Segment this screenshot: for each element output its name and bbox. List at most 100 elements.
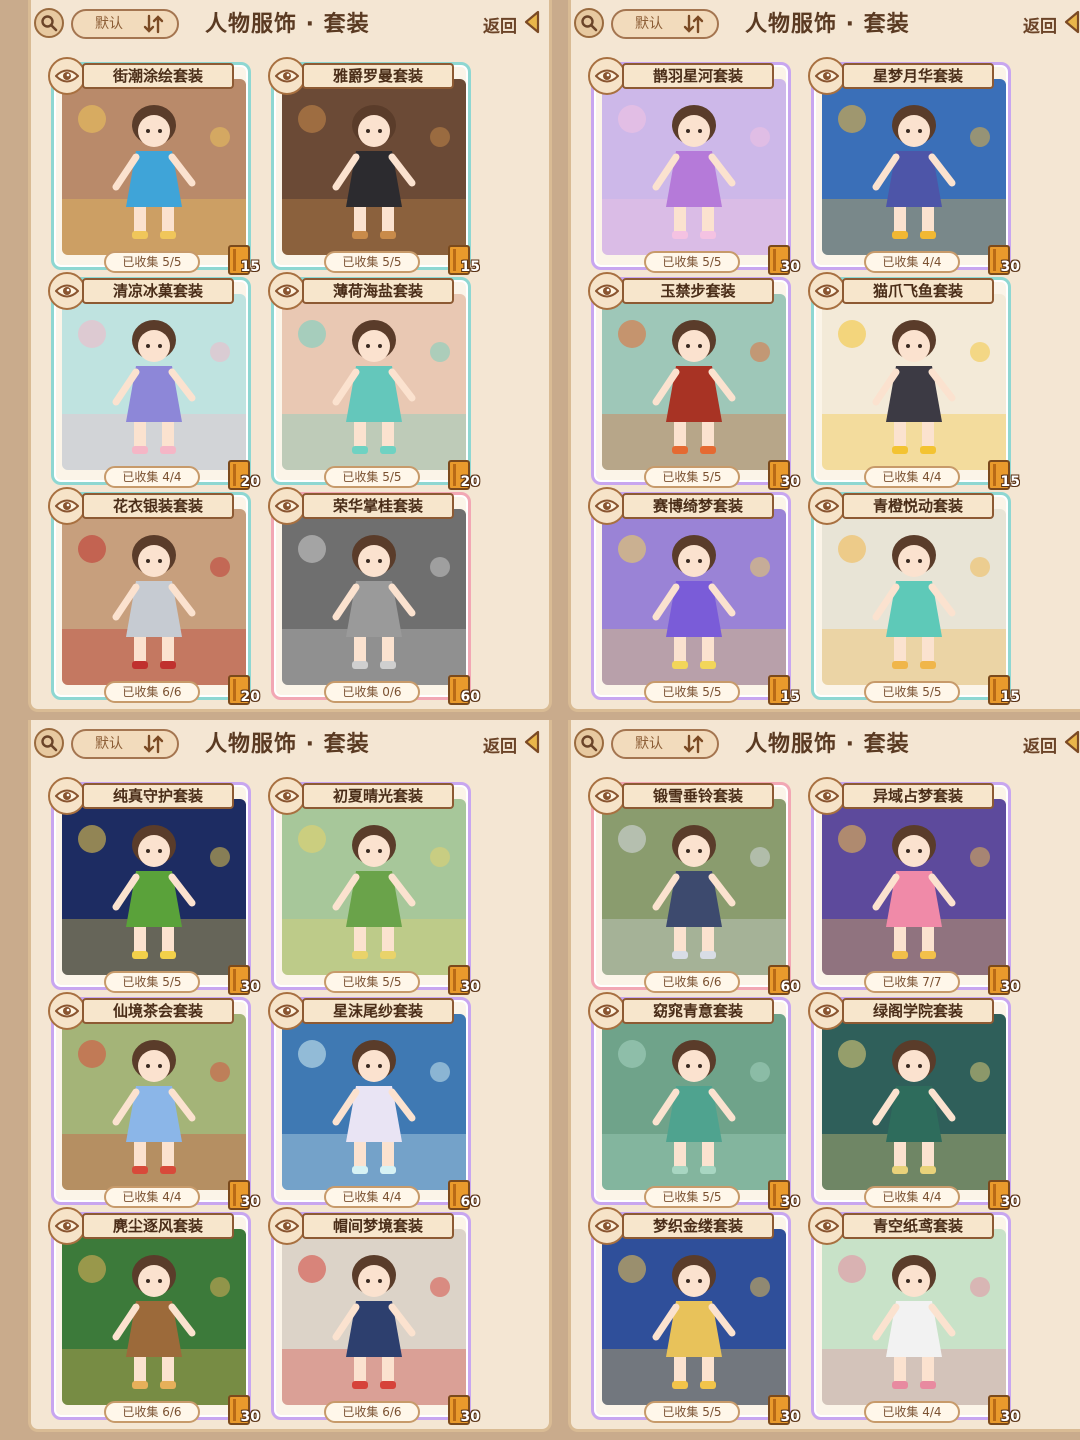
collected-count: 已收集 4/4 — [104, 466, 200, 488]
sort-dropdown[interactable]: 默认 — [611, 729, 719, 759]
eye-icon — [595, 789, 619, 803]
outfit-card[interactable]: 初夏晴光套装 已收集 5/5 30 — [268, 777, 480, 995]
outfit-card[interactable]: 异域占梦套装 已收集 7/7 30 — [808, 777, 1020, 995]
preview-eye-button[interactable] — [808, 272, 846, 310]
preview-eye-button[interactable] — [588, 1207, 626, 1245]
page-title: 人物服饰 · 套装 — [205, 732, 370, 757]
outfit-card[interactable]: 仙境茶会套装 已收集 4/4 30 — [48, 992, 260, 1210]
outfit-card[interactable]: 清凉冰菓套装 已收集 4/4 20 — [48, 272, 260, 490]
panel-header: 默认 人物服饰 · 套装 返回 — [571, 720, 1080, 770]
preview-eye-button[interactable] — [808, 1207, 846, 1245]
outfit-name: 初夏晴光套装 — [302, 783, 454, 809]
outfit-card[interactable]: 帽间梦境套装 已收集 6/6 30 — [268, 1207, 480, 1425]
preview-eye-button[interactable] — [268, 272, 306, 310]
preview-eye-button[interactable] — [588, 57, 626, 95]
preview-eye-button[interactable] — [268, 487, 306, 525]
preview-eye-button[interactable] — [808, 777, 846, 815]
outfit-illustration — [282, 1014, 466, 1190]
eye-icon — [815, 789, 839, 803]
back-arrow-icon[interactable] — [523, 730, 541, 754]
outfit-card[interactable]: 赛博绮梦套装 已收集 5/5 15 — [588, 487, 800, 705]
outfit-card[interactable]: 绿阁学院套装 已收集 4/4 30 — [808, 992, 1020, 1210]
outfit-name: 锻雪垂铃套装 — [622, 783, 774, 809]
eye-icon — [275, 789, 299, 803]
eye-icon — [275, 1004, 299, 1018]
outfit-illustration — [822, 294, 1006, 470]
preview-eye-button[interactable] — [268, 777, 306, 815]
preview-eye-button[interactable] — [268, 1207, 306, 1245]
preview-eye-button[interactable] — [588, 272, 626, 310]
outfit-name: 帽间梦境套装 — [302, 1213, 454, 1239]
outfit-name: 异域占梦套装 — [842, 783, 994, 809]
preview-eye-button[interactable] — [48, 487, 86, 525]
outfit-panel-1: 默认 人物服饰 · 套装 返回 街潮涂绘套装 已收集 5/5 15 雅爵罗曼套装… — [28, 0, 552, 712]
outfit-illustration — [822, 1229, 1006, 1405]
eye-icon — [815, 69, 839, 83]
preview-eye-button[interactable] — [48, 57, 86, 95]
back-arrow-icon[interactable] — [1063, 10, 1080, 34]
preview-eye-button[interactable] — [808, 992, 846, 1030]
preview-eye-button[interactable] — [268, 57, 306, 95]
outfit-card[interactable]: 花衣银装套装 已收集 6/6 20 — [48, 487, 260, 705]
outfit-illustration — [282, 799, 466, 975]
back-button[interactable]: 返回 — [1023, 732, 1057, 757]
back-button[interactable]: 返回 — [1023, 12, 1057, 37]
outfit-card[interactable]: 薄荷海盐套装 已收集 5/5 20 — [268, 272, 480, 490]
back-arrow-icon[interactable] — [523, 10, 541, 34]
outfit-card[interactable]: 雅爵罗曼套装 已收集 5/5 15 — [268, 57, 480, 275]
outfit-card[interactable]: 麂尘逐风套装 已收集 6/6 30 — [48, 1207, 260, 1425]
preview-eye-button[interactable] — [48, 272, 86, 310]
outfit-card[interactable]: 纯真守护套装 已收集 5/5 30 — [48, 777, 260, 995]
collected-count: 已收集 6/6 — [324, 1401, 420, 1423]
page-title: 人物服饰 · 套装 — [205, 12, 370, 37]
search-button[interactable] — [574, 8, 604, 38]
preview-eye-button[interactable] — [268, 992, 306, 1030]
outfit-card[interactable]: 街潮涂绘套装 已收集 5/5 15 — [48, 57, 260, 275]
preview-eye-button[interactable] — [588, 777, 626, 815]
outfit-card[interactable]: 玉禁步套装 已收集 5/5 30 — [588, 272, 800, 490]
back-button[interactable]: 返回 — [483, 732, 517, 757]
search-button[interactable] — [34, 728, 64, 758]
outfit-name: 猫爪飞鱼套装 — [842, 278, 994, 304]
sort-dropdown[interactable]: 默认 — [71, 729, 179, 759]
eye-icon — [55, 1219, 79, 1233]
outfit-card[interactable]: 梦织金缕套装 已收集 5/5 30 — [588, 1207, 800, 1425]
search-button[interactable] — [34, 8, 64, 38]
sort-dropdown[interactable]: 默认 — [71, 9, 179, 39]
preview-eye-button[interactable] — [48, 992, 86, 1030]
outfit-illustration — [282, 1229, 466, 1405]
back-button[interactable]: 返回 — [483, 12, 517, 37]
panel-header: 默认 人物服饰 · 套装 返回 — [571, 0, 1080, 50]
outfit-name: 梦织金缕套装 — [622, 1213, 774, 1239]
outfit-card[interactable]: 青空纸鸢套装 已收集 4/4 30 — [808, 1207, 1020, 1425]
back-arrow-icon[interactable] — [1063, 730, 1080, 754]
outfit-card[interactable]: 鹊羽星河套装 已收集 5/5 30 — [588, 57, 800, 275]
preview-eye-button[interactable] — [48, 777, 86, 815]
outfit-card[interactable]: 星沫尾纱套装 已收集 4/4 60 — [268, 992, 480, 1210]
outfit-illustration — [62, 79, 246, 255]
outfit-card[interactable]: 锻雪垂铃套装 已收集 6/6 60 — [588, 777, 800, 995]
preview-eye-button[interactable] — [588, 487, 626, 525]
preview-eye-button[interactable] — [48, 1207, 86, 1245]
outfit-name: 清凉冰菓套装 — [82, 278, 234, 304]
book-cost: 30 — [780, 1194, 800, 1210]
outfit-card[interactable]: 窈窕青意套装 已收集 5/5 30 — [588, 992, 800, 1210]
outfit-illustration — [822, 1014, 1006, 1190]
outfit-card[interactable]: 青橙悦动套装 已收集 5/5 15 — [808, 487, 1020, 705]
preview-eye-button[interactable] — [808, 487, 846, 525]
preview-eye-button[interactable] — [588, 992, 626, 1030]
outfit-card[interactable]: 荣华掌桂套装 已收集 0/6 60 — [268, 487, 480, 705]
sort-dropdown[interactable]: 默认 — [611, 9, 719, 39]
outfit-card[interactable]: 星梦月华套装 已收集 4/4 30 — [808, 57, 1020, 275]
search-button[interactable] — [574, 728, 604, 758]
book-cost: 15 — [1000, 689, 1020, 705]
outfit-card[interactable]: 猫爪飞鱼套装 已收集 4/4 15 — [808, 272, 1020, 490]
sort-order-icon — [143, 734, 164, 754]
outfit-illustration — [822, 799, 1006, 975]
outfit-illustration — [822, 509, 1006, 685]
collected-count: 已收集 5/5 — [864, 681, 960, 703]
preview-eye-button[interactable] — [808, 57, 846, 95]
sort-label: 默认 — [635, 736, 663, 752]
outfit-illustration — [602, 509, 786, 685]
outfit-panel-3: 默认 人物服饰 · 套装 返回 纯真守护套装 已收集 5/5 30 初夏晴光套装… — [28, 720, 552, 1432]
